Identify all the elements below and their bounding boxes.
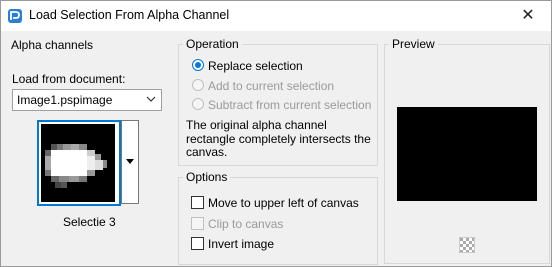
add-to-selection-radio[interactable] [192,79,204,91]
chevron-down-icon [146,96,156,102]
document-select-value: Image1.pspimage [17,93,113,107]
checkerboard-icon[interactable] [459,237,475,253]
triangle-down-icon [126,159,134,164]
close-button[interactable]: ✕ [505,1,551,31]
clip-to-canvas-checkbox[interactable] [191,217,204,230]
subtract-selection-label[interactable]: Subtract from current selection [208,98,371,112]
add-to-selection-label[interactable]: Add to current selection [208,79,334,93]
invert-image-checkbox[interactable] [191,237,204,250]
replace-selection-label[interactable]: Replace selection [208,59,303,73]
subtract-selection-radio[interactable] [192,98,204,110]
invert-image-label[interactable]: Invert image [208,237,274,251]
move-to-upper-left-checkbox[interactable] [191,196,204,209]
selection-preview-graphic [41,124,115,202]
thumbnail-image [41,124,115,202]
load-from-document-label: Load from document: [12,72,126,86]
clip-to-canvas-label[interactable]: Clip to canvas [208,217,283,231]
move-to-upper-left-label[interactable]: Move to upper left of canvas [208,196,359,210]
replace-selection-radio[interactable] [192,59,204,71]
operation-label: Operation [183,37,242,51]
window-title: Load Selection From Alpha Channel [29,8,230,22]
psp-app-icon [8,9,22,23]
title-bar: Load Selection From Alpha Channel ✕ [1,1,551,31]
options-label: Options [183,170,231,184]
thumbnail-caption: Selectie 3 [63,215,116,229]
alpha-channel-thumbnail[interactable] [37,120,121,206]
preview-label: Preview [389,37,438,51]
thumbnail-menu-button[interactable] [121,120,139,204]
operation-description: The original alpha channel rectangle com… [186,118,371,159]
dialog-window: Load Selection From Alpha Channel ✕ Alph… [0,0,552,267]
document-select[interactable]: Image1.pspimage [12,89,162,111]
alpha-channels-label: Alpha channels [8,38,97,52]
preview-canvas [397,107,537,201]
